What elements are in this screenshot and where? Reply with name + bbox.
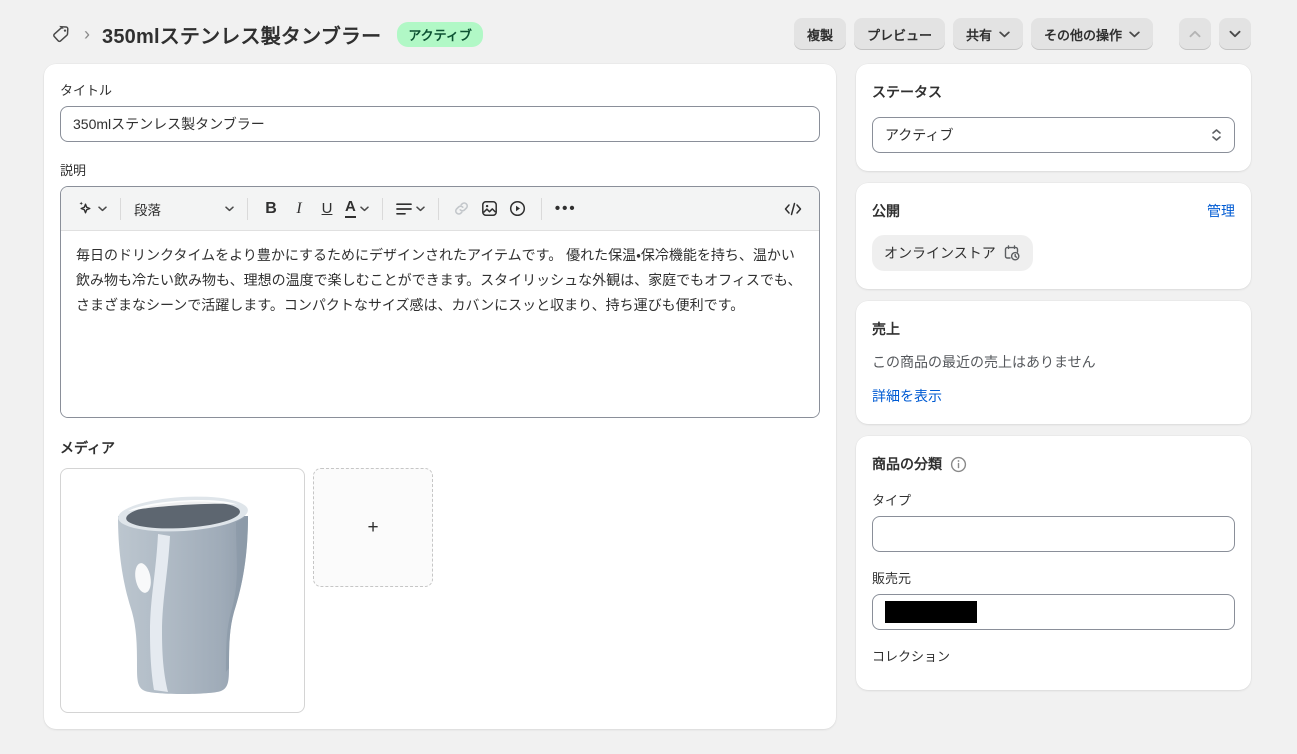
- title-label: タイトル: [60, 80, 820, 99]
- toolbar-divider: [382, 198, 383, 220]
- sales-heading: 売上: [872, 319, 1235, 339]
- chevron-down-icon: [999, 31, 1010, 38]
- sales-empty-text: この商品の最近の売上はありません: [872, 352, 1235, 372]
- chevron-down-icon: [416, 206, 425, 212]
- share-button[interactable]: 共有: [953, 18, 1023, 50]
- type-input[interactable]: [872, 516, 1235, 552]
- description-textarea[interactable]: 毎日のドリンクタイムをより豊かにするためにデザインされたアイテムです。 優れた保…: [61, 231, 819, 417]
- type-label: タイプ: [872, 490, 1235, 509]
- info-icon[interactable]: [950, 456, 967, 473]
- image-icon: [481, 200, 498, 217]
- page-header: › 350mlステンレス製タンブラー アクティブ 複製 プレビュー 共有 その他…: [0, 0, 1297, 64]
- add-media-button[interactable]: +: [313, 468, 433, 587]
- breadcrumb: › 350mlステンレス製タンブラー アクティブ: [52, 20, 483, 49]
- page-title: 350mlステンレス製タンブラー: [102, 20, 381, 49]
- link-icon: [453, 200, 470, 217]
- description-editor: 段落 B I U A: [60, 186, 820, 418]
- sparkle-icon: [77, 200, 94, 217]
- plus-icon: +: [367, 517, 378, 539]
- redacted-vendor-value: [885, 601, 977, 623]
- breadcrumb-separator-icon: ›: [82, 25, 92, 43]
- status-card: ステータス アクティブ: [856, 64, 1251, 171]
- ai-assistant-button[interactable]: [73, 194, 111, 224]
- insert-link-button[interactable]: [448, 194, 476, 224]
- online-store-channel-pill[interactable]: オンラインストア: [872, 235, 1033, 271]
- toolbar-divider: [120, 198, 121, 220]
- tumbler-product-image: [98, 482, 268, 700]
- align-left-icon: [396, 202, 412, 216]
- text-color-button[interactable]: A: [341, 194, 373, 224]
- insert-image-button[interactable]: [476, 194, 504, 224]
- chevron-down-icon: [98, 206, 107, 212]
- media-section-heading: メディア: [60, 438, 820, 458]
- collections-label: コレクション: [872, 646, 1235, 665]
- chevron-down-icon: [1129, 31, 1140, 38]
- product-details-card: タイトル 説明 段落: [44, 64, 836, 729]
- chevron-down-icon: [1229, 30, 1241, 38]
- sales-details-link[interactable]: 詳細を表示: [872, 388, 942, 404]
- duplicate-button[interactable]: 複製: [794, 18, 846, 50]
- code-icon: [784, 202, 802, 216]
- publishing-heading: 公開: [872, 201, 900, 221]
- toolbar-divider: [541, 198, 542, 220]
- organization-heading: 商品の分類: [872, 454, 942, 474]
- product-image-thumbnail[interactable]: [60, 468, 305, 713]
- editor-toolbar: 段落 B I U A: [61, 187, 819, 231]
- preview-button[interactable]: プレビュー: [854, 18, 945, 50]
- vendor-input[interactable]: [872, 594, 1235, 630]
- product-pager: [1179, 18, 1251, 50]
- chevron-down-icon: [360, 206, 369, 212]
- bold-button[interactable]: B: [257, 194, 285, 224]
- next-product-button[interactable]: [1219, 18, 1251, 50]
- alignment-button[interactable]: [392, 194, 429, 224]
- header-actions: 複製 プレビュー 共有 その他の操作: [794, 18, 1251, 50]
- status-heading: ステータス: [872, 82, 1235, 102]
- underline-button[interactable]: U: [313, 194, 341, 224]
- italic-button[interactable]: I: [285, 194, 313, 224]
- chevron-up-icon: [1189, 30, 1201, 38]
- video-play-icon: [509, 200, 526, 217]
- publishing-card: 公開 管理 オンラインストア: [856, 183, 1251, 289]
- show-html-button[interactable]: [779, 194, 807, 224]
- more-actions-button[interactable]: その他の操作: [1031, 18, 1153, 50]
- page-content: タイトル 説明 段落: [44, 64, 1251, 729]
- manage-publishing-link[interactable]: 管理: [1207, 201, 1235, 221]
- title-input[interactable]: [60, 106, 820, 142]
- toolbar-divider: [247, 198, 248, 220]
- tag-icon: [52, 24, 72, 44]
- description-label: 説明: [60, 160, 820, 179]
- calendar-clock-icon: [1003, 244, 1021, 262]
- toolbar-divider: [438, 198, 439, 220]
- previous-product-button[interactable]: [1179, 18, 1211, 50]
- status-badge: アクティブ: [397, 22, 483, 47]
- updown-caret-icon: [1211, 128, 1222, 142]
- sidebar: ステータス アクティブ 公開 管理 オンラインストア: [856, 64, 1251, 690]
- chevron-down-icon: [225, 206, 234, 212]
- status-select[interactable]: アクティブ: [872, 117, 1235, 153]
- product-organization-card: 商品の分類 タイプ 販売元: [856, 436, 1251, 690]
- insert-video-button[interactable]: [504, 194, 532, 224]
- media-gallery: +: [60, 468, 820, 713]
- more-formatting-button[interactable]: •••: [551, 194, 581, 224]
- paragraph-style-dropdown[interactable]: 段落: [130, 194, 238, 224]
- vendor-label: 販売元: [872, 568, 1235, 587]
- sales-card: 売上 この商品の最近の売上はありません 詳細を表示: [856, 301, 1251, 424]
